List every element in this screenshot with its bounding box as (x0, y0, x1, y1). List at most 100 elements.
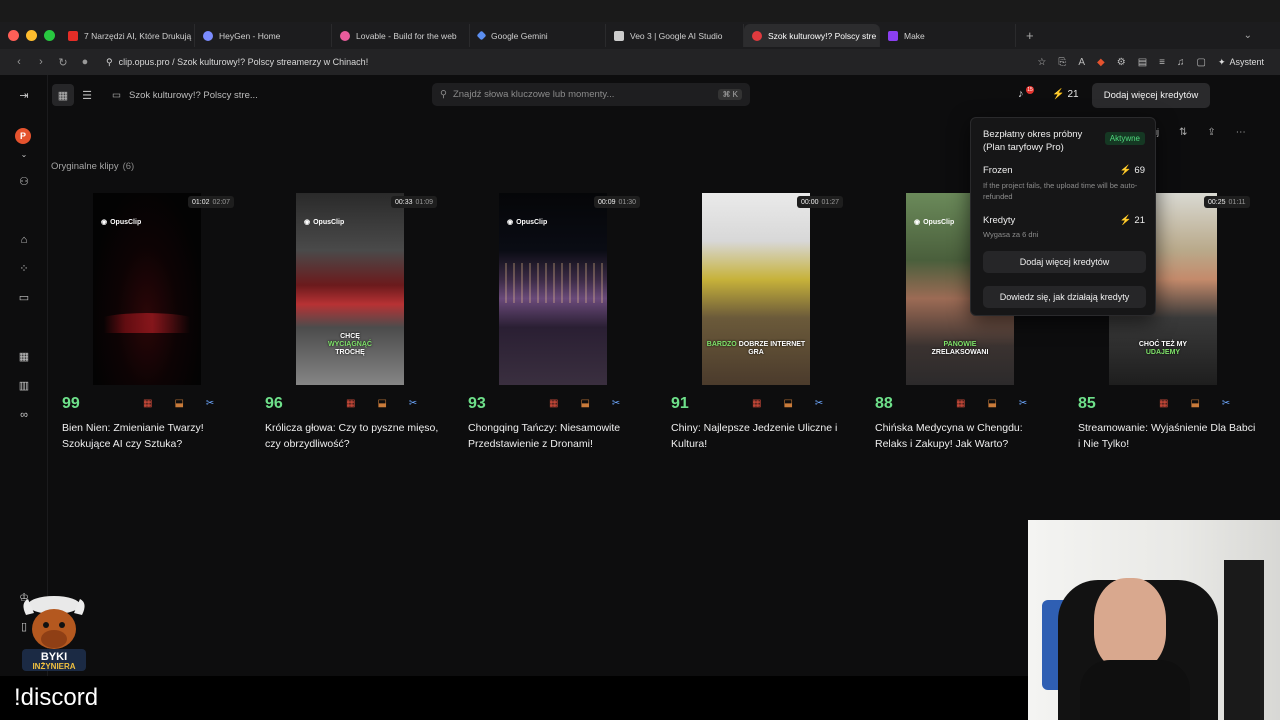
edit-tools-icon[interactable]: ✂ (1222, 398, 1230, 409)
plan-title: Bezpłatny okres próbny (Plan taryfowy Pr… (983, 129, 1083, 154)
link-icon[interactable]: ∞ (17, 408, 31, 422)
workspace-avatar[interactable]: P (15, 128, 31, 144)
search-input[interactable]: ⚲ Znajdź słowa kluczowe lub momenty... ⌘… (432, 83, 750, 106)
virality-score: 93 (468, 395, 486, 412)
tab-label: 7 Narzędzi AI, Które Drukują (84, 30, 192, 41)
back-icon[interactable]: ‹ (8, 56, 30, 68)
tab-youtube[interactable]: 7 Narzędzi AI, Które Drukują (60, 24, 195, 47)
list-view-icon[interactable]: ☰ (76, 84, 98, 106)
schedule-icon[interactable]: ▦ (956, 398, 965, 409)
menu-icon[interactable]: ≡ (1159, 57, 1165, 68)
notification-badge: 15 (1026, 86, 1034, 94)
home-icon[interactable]: ⌂ (17, 233, 31, 247)
sidebar-icon[interactable]: ▤ (1138, 57, 1147, 68)
plan-status-badge: Aktywne (1104, 132, 1145, 145)
maximize-window-button[interactable] (44, 30, 55, 41)
download-icon[interactable]: ⬓ (987, 398, 996, 409)
clip-title[interactable]: Chińska Medycyna w Chengdu: Relaks i Zak… (875, 421, 1057, 453)
clip-title[interactable]: Bien Nien: Zmienianie Twarzy! Szokujące … (62, 421, 244, 453)
assistant-button[interactable]: ✦ Asystent (1218, 57, 1264, 68)
clip-thumbnail[interactable]: ◉ OpusClip (499, 193, 607, 385)
reload-icon[interactable]: ↻ (52, 56, 74, 69)
tab-heygen[interactable]: HeyGen - Home (195, 24, 332, 47)
collapse-sidebar-icon[interactable]: ⇥ (17, 89, 31, 103)
clip-title[interactable]: Królicza głowa: Czy to pyszne mięso, czy… (265, 421, 447, 453)
tab-label: HeyGen - Home (219, 30, 281, 41)
clip-title[interactable]: Chiny: Najlepsze Jedzenie Uliczne i Kult… (671, 421, 853, 453)
schedule-icon[interactable]: ▦ (143, 398, 152, 409)
new-tab-button[interactable]: + (1026, 28, 1034, 43)
clip-thumbnail[interactable]: ◉ OpusClip CHCĘ WYCIĄGNĄĆ TROCHĘ (296, 193, 404, 385)
clip-thumbnail[interactable]: ◉ OpusClip (93, 193, 201, 385)
audio-icon[interactable]: ♫ (1177, 57, 1185, 68)
more-icon[interactable]: ⋯ (1236, 127, 1246, 138)
schedule-icon[interactable]: ▦ (549, 398, 558, 409)
close-window-button[interactable] (8, 30, 19, 41)
site-info-icon[interactable]: ⚲ (106, 57, 113, 68)
minimize-window-button[interactable] (26, 30, 37, 41)
download-icon[interactable]: ⬓ (377, 398, 386, 409)
edit-tools-icon[interactable]: ✂ (815, 398, 823, 409)
bell-icon[interactable]: ♪ (1018, 88, 1024, 100)
schedule-icon[interactable]: ▦ (752, 398, 761, 409)
add-credits-popover-button[interactable]: Dodaj więcej kredytów (983, 251, 1146, 273)
edit-tools-icon[interactable]: ✂ (1019, 398, 1027, 409)
upload-icon[interactable]: ⇪ (1207, 127, 1215, 138)
calendar-icon[interactable]: ▦ (17, 350, 31, 364)
clip-actions: ▦ ⬓ ✂ (956, 398, 1027, 409)
tab-gemini[interactable]: Google Gemini (470, 24, 606, 47)
download-icon[interactable]: ⬓ (580, 398, 589, 409)
clip-title[interactable]: Streamowanie: Wyjaśnienie Dla Babci i Ni… (1078, 421, 1260, 453)
folder-icon[interactable]: ▭ (17, 291, 31, 305)
clip-end: 01:09 (415, 198, 434, 206)
frozen-note: If the project fails, the upload time wi… (983, 181, 1138, 201)
video-icon: ▭ (112, 89, 121, 101)
search-placeholder: Znajdź słowa kluczowe lub momenty... (452, 89, 615, 100)
add-user-icon[interactable]: ⚇ (17, 175, 31, 189)
tab-lovable[interactable]: Lovable - Build for the web (332, 24, 470, 47)
learn-credits-button[interactable]: Dowiedz się, jak działają kredyty (983, 286, 1146, 308)
project-selector[interactable]: ▭ Szok kulturowy!? Polscy stre... (112, 90, 258, 101)
time-badge: 00:25 01:11 (1204, 196, 1250, 208)
extensions-icon[interactable]: ⚙ (1117, 57, 1126, 68)
panel-icon[interactable]: ▢ (1196, 57, 1205, 68)
download-icon[interactable]: ⬓ (783, 398, 792, 409)
microphone-icon[interactable]: ● (74, 56, 96, 68)
search-icon: ⚲ (440, 89, 447, 100)
credits-indicator[interactable]: ⚡ 21 (1052, 89, 1079, 100)
schedule-icon[interactable]: ▦ (346, 398, 355, 409)
credits-expiry: Wygasa za 6 dni (983, 230, 1039, 239)
apps-icon[interactable]: ⁘ (17, 262, 31, 276)
chevron-down-icon[interactable]: ⌄ (1244, 30, 1252, 41)
download-icon[interactable]: ⬓ (174, 398, 183, 409)
chevron-down-icon[interactable]: ⌄ (17, 148, 31, 162)
forward-icon[interactable]: › (30, 56, 52, 68)
grid-view-icon[interactable]: ▦ (52, 84, 74, 106)
clip-start: 00:25 (1208, 198, 1226, 206)
clip-actions: ▦ ⬓ ✂ (1159, 398, 1230, 409)
clip-start: 01:02 (192, 198, 210, 206)
edit-tools-icon[interactable]: ✂ (206, 398, 214, 409)
opusclip-logo: ◉ OpusClip (507, 218, 548, 227)
svg-text:INŻYNIERA: INŻYNIERA (32, 662, 75, 671)
extension-icon[interactable]: ◆ (1097, 57, 1105, 68)
analytics-icon[interactable]: ▥ (17, 379, 31, 393)
clip-thumbnail[interactable]: BARDZO DOBRZE INTERNET GRA (702, 193, 810, 385)
schedule-icon[interactable]: ▦ (1159, 398, 1168, 409)
download-icon[interactable]: ⬓ (1190, 398, 1199, 409)
tab-opusclip[interactable]: Szok kulturowy!? Polscy stre (744, 24, 880, 47)
url-text: clip.opus.pro / Szok kulturowy!? Polscy … (118, 57, 369, 67)
bookmark-star-icon[interactable]: ☆ (1037, 57, 1046, 68)
edit-tools-icon[interactable]: ✂ (409, 398, 417, 409)
clip-caption: PANOWIE ZRELAKSOWANI (931, 340, 989, 356)
translate-icon[interactable]: A (1078, 57, 1085, 68)
url-field[interactable]: ⚲ clip.opus.pro / Szok kulturowy!? Polsc… (106, 57, 368, 68)
tab-label: Google Gemini (491, 30, 548, 41)
tab-make[interactable]: Make (880, 24, 1016, 47)
share-icon[interactable]: ⎘ (1058, 57, 1066, 68)
edit-tools-icon[interactable]: ✂ (612, 398, 620, 409)
add-credits-button[interactable]: Dodaj więcej kredytów (1092, 83, 1210, 108)
tab-veo[interactable]: Veo 3 | Google AI Studio (606, 24, 744, 47)
sort-icon[interactable]: ⇅ (1179, 127, 1187, 138)
clip-title[interactable]: Chongqing Tańczy: Niesamowite Przedstawi… (468, 421, 650, 453)
